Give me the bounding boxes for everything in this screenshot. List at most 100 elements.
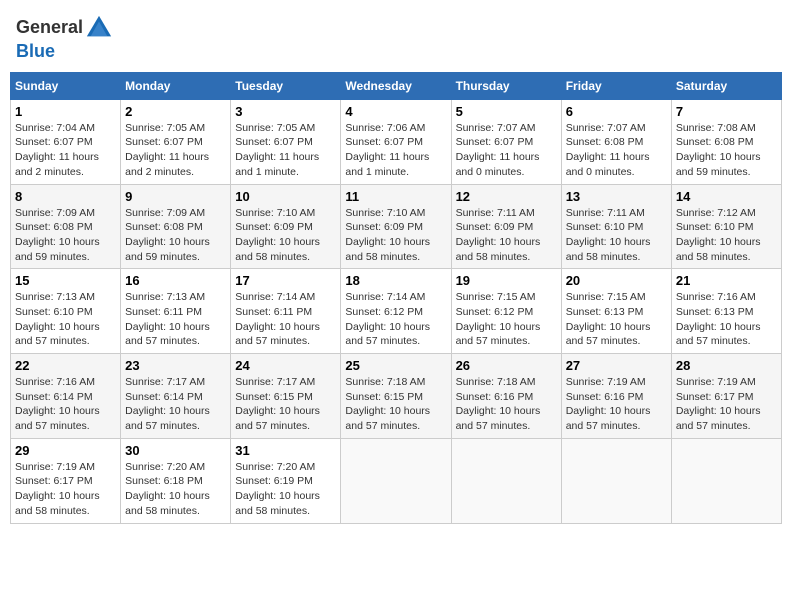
calendar-body: 1 Sunrise: 7:04 AMSunset: 6:07 PMDayligh… bbox=[11, 99, 782, 523]
weekday-label: Tuesday bbox=[231, 72, 341, 99]
calendar-day-cell: 30 Sunrise: 7:20 AMSunset: 6:18 PMDaylig… bbox=[121, 438, 231, 523]
calendar-day-cell: 2 Sunrise: 7:05 AMSunset: 6:07 PMDayligh… bbox=[121, 99, 231, 184]
calendar-day-cell: 22 Sunrise: 7:16 AMSunset: 6:14 PMDaylig… bbox=[11, 354, 121, 439]
day-info: Sunrise: 7:09 AMSunset: 6:08 PMDaylight:… bbox=[15, 206, 116, 265]
calendar-day-cell: 15 Sunrise: 7:13 AMSunset: 6:10 PMDaylig… bbox=[11, 269, 121, 354]
calendar-table: SundayMondayTuesdayWednesdayThursdayFrid… bbox=[10, 72, 782, 524]
day-number: 23 bbox=[125, 358, 226, 373]
day-info: Sunrise: 7:08 AMSunset: 6:08 PMDaylight:… bbox=[676, 121, 777, 180]
day-info: Sunrise: 7:09 AMSunset: 6:08 PMDaylight:… bbox=[125, 206, 226, 265]
calendar-day-cell: 24 Sunrise: 7:17 AMSunset: 6:15 PMDaylig… bbox=[231, 354, 341, 439]
day-number: 25 bbox=[345, 358, 446, 373]
calendar-day-cell bbox=[451, 438, 561, 523]
weekday-label: Saturday bbox=[671, 72, 781, 99]
calendar-day-cell: 1 Sunrise: 7:04 AMSunset: 6:07 PMDayligh… bbox=[11, 99, 121, 184]
calendar-week-row: 29 Sunrise: 7:19 AMSunset: 6:17 PMDaylig… bbox=[11, 438, 782, 523]
calendar-day-cell: 26 Sunrise: 7:18 AMSunset: 6:16 PMDaylig… bbox=[451, 354, 561, 439]
day-number: 2 bbox=[125, 104, 226, 119]
weekday-label: Sunday bbox=[11, 72, 121, 99]
calendar-day-cell: 12 Sunrise: 7:11 AMSunset: 6:09 PMDaylig… bbox=[451, 184, 561, 269]
day-info: Sunrise: 7:16 AMSunset: 6:14 PMDaylight:… bbox=[15, 375, 116, 434]
calendar-week-row: 22 Sunrise: 7:16 AMSunset: 6:14 PMDaylig… bbox=[11, 354, 782, 439]
day-number: 3 bbox=[235, 104, 336, 119]
day-number: 17 bbox=[235, 273, 336, 288]
day-number: 22 bbox=[15, 358, 116, 373]
day-number: 12 bbox=[456, 189, 557, 204]
calendar-day-cell: 19 Sunrise: 7:15 AMSunset: 6:12 PMDaylig… bbox=[451, 269, 561, 354]
calendar-day-cell: 10 Sunrise: 7:10 AMSunset: 6:09 PMDaylig… bbox=[231, 184, 341, 269]
day-info: Sunrise: 7:19 AMSunset: 6:17 PMDaylight:… bbox=[15, 460, 116, 519]
day-number: 13 bbox=[566, 189, 667, 204]
day-number: 1 bbox=[15, 104, 116, 119]
day-number: 26 bbox=[456, 358, 557, 373]
day-number: 29 bbox=[15, 443, 116, 458]
day-number: 11 bbox=[345, 189, 446, 204]
calendar-day-cell: 5 Sunrise: 7:07 AMSunset: 6:07 PMDayligh… bbox=[451, 99, 561, 184]
calendar-day-cell: 28 Sunrise: 7:19 AMSunset: 6:17 PMDaylig… bbox=[671, 354, 781, 439]
weekday-label: Friday bbox=[561, 72, 671, 99]
calendar-day-cell: 16 Sunrise: 7:13 AMSunset: 6:11 PMDaylig… bbox=[121, 269, 231, 354]
day-info: Sunrise: 7:14 AMSunset: 6:12 PMDaylight:… bbox=[345, 290, 446, 349]
day-number: 24 bbox=[235, 358, 336, 373]
calendar-day-cell: 7 Sunrise: 7:08 AMSunset: 6:08 PMDayligh… bbox=[671, 99, 781, 184]
day-number: 6 bbox=[566, 104, 667, 119]
day-info: Sunrise: 7:11 AMSunset: 6:09 PMDaylight:… bbox=[456, 206, 557, 265]
day-info: Sunrise: 7:18 AMSunset: 6:16 PMDaylight:… bbox=[456, 375, 557, 434]
calendar-day-cell: 8 Sunrise: 7:09 AMSunset: 6:08 PMDayligh… bbox=[11, 184, 121, 269]
day-number: 10 bbox=[235, 189, 336, 204]
day-info: Sunrise: 7:05 AMSunset: 6:07 PMDaylight:… bbox=[125, 121, 226, 180]
calendar-day-cell: 18 Sunrise: 7:14 AMSunset: 6:12 PMDaylig… bbox=[341, 269, 451, 354]
day-info: Sunrise: 7:13 AMSunset: 6:11 PMDaylight:… bbox=[125, 290, 226, 349]
calendar-day-cell: 17 Sunrise: 7:14 AMSunset: 6:11 PMDaylig… bbox=[231, 269, 341, 354]
calendar-day-cell: 14 Sunrise: 7:12 AMSunset: 6:10 PMDaylig… bbox=[671, 184, 781, 269]
day-number: 31 bbox=[235, 443, 336, 458]
day-number: 8 bbox=[15, 189, 116, 204]
day-info: Sunrise: 7:07 AMSunset: 6:08 PMDaylight:… bbox=[566, 121, 667, 180]
day-info: Sunrise: 7:10 AMSunset: 6:09 PMDaylight:… bbox=[345, 206, 446, 265]
calendar-day-cell: 31 Sunrise: 7:20 AMSunset: 6:19 PMDaylig… bbox=[231, 438, 341, 523]
logo-general: General bbox=[16, 17, 83, 37]
day-number: 21 bbox=[676, 273, 777, 288]
day-info: Sunrise: 7:15 AMSunset: 6:13 PMDaylight:… bbox=[566, 290, 667, 349]
day-info: Sunrise: 7:12 AMSunset: 6:10 PMDaylight:… bbox=[676, 206, 777, 265]
day-number: 20 bbox=[566, 273, 667, 288]
day-number: 5 bbox=[456, 104, 557, 119]
calendar-day-cell: 23 Sunrise: 7:17 AMSunset: 6:14 PMDaylig… bbox=[121, 354, 231, 439]
day-info: Sunrise: 7:19 AMSunset: 6:16 PMDaylight:… bbox=[566, 375, 667, 434]
calendar-day-cell bbox=[341, 438, 451, 523]
calendar-day-cell: 20 Sunrise: 7:15 AMSunset: 6:13 PMDaylig… bbox=[561, 269, 671, 354]
day-info: Sunrise: 7:16 AMSunset: 6:13 PMDaylight:… bbox=[676, 290, 777, 349]
calendar-week-row: 15 Sunrise: 7:13 AMSunset: 6:10 PMDaylig… bbox=[11, 269, 782, 354]
weekday-label: Monday bbox=[121, 72, 231, 99]
calendar-day-cell: 6 Sunrise: 7:07 AMSunset: 6:08 PMDayligh… bbox=[561, 99, 671, 184]
calendar-day-cell: 25 Sunrise: 7:18 AMSunset: 6:15 PMDaylig… bbox=[341, 354, 451, 439]
day-info: Sunrise: 7:06 AMSunset: 6:07 PMDaylight:… bbox=[345, 121, 446, 180]
calendar-day-cell: 4 Sunrise: 7:06 AMSunset: 6:07 PMDayligh… bbox=[341, 99, 451, 184]
calendar-day-cell bbox=[671, 438, 781, 523]
weekday-label: Wednesday bbox=[341, 72, 451, 99]
calendar-day-cell: 13 Sunrise: 7:11 AMSunset: 6:10 PMDaylig… bbox=[561, 184, 671, 269]
day-info: Sunrise: 7:13 AMSunset: 6:10 PMDaylight:… bbox=[15, 290, 116, 349]
calendar-week-row: 1 Sunrise: 7:04 AMSunset: 6:07 PMDayligh… bbox=[11, 99, 782, 184]
day-number: 7 bbox=[676, 104, 777, 119]
day-number: 28 bbox=[676, 358, 777, 373]
day-number: 14 bbox=[676, 189, 777, 204]
calendar-week-row: 8 Sunrise: 7:09 AMSunset: 6:08 PMDayligh… bbox=[11, 184, 782, 269]
day-info: Sunrise: 7:05 AMSunset: 6:07 PMDaylight:… bbox=[235, 121, 336, 180]
day-number: 4 bbox=[345, 104, 446, 119]
day-info: Sunrise: 7:14 AMSunset: 6:11 PMDaylight:… bbox=[235, 290, 336, 349]
day-info: Sunrise: 7:04 AMSunset: 6:07 PMDaylight:… bbox=[15, 121, 116, 180]
calendar-day-cell: 27 Sunrise: 7:19 AMSunset: 6:16 PMDaylig… bbox=[561, 354, 671, 439]
day-info: Sunrise: 7:18 AMSunset: 6:15 PMDaylight:… bbox=[345, 375, 446, 434]
calendar-day-cell: 3 Sunrise: 7:05 AMSunset: 6:07 PMDayligh… bbox=[231, 99, 341, 184]
day-number: 16 bbox=[125, 273, 226, 288]
weekday-label: Thursday bbox=[451, 72, 561, 99]
calendar-day-cell bbox=[561, 438, 671, 523]
calendar-day-cell: 29 Sunrise: 7:19 AMSunset: 6:17 PMDaylig… bbox=[11, 438, 121, 523]
weekday-header-row: SundayMondayTuesdayWednesdayThursdayFrid… bbox=[11, 72, 782, 99]
day-info: Sunrise: 7:15 AMSunset: 6:12 PMDaylight:… bbox=[456, 290, 557, 349]
day-number: 15 bbox=[15, 273, 116, 288]
page-header: General Blue bbox=[10, 10, 782, 66]
day-number: 27 bbox=[566, 358, 667, 373]
day-info: Sunrise: 7:07 AMSunset: 6:07 PMDaylight:… bbox=[456, 121, 557, 180]
